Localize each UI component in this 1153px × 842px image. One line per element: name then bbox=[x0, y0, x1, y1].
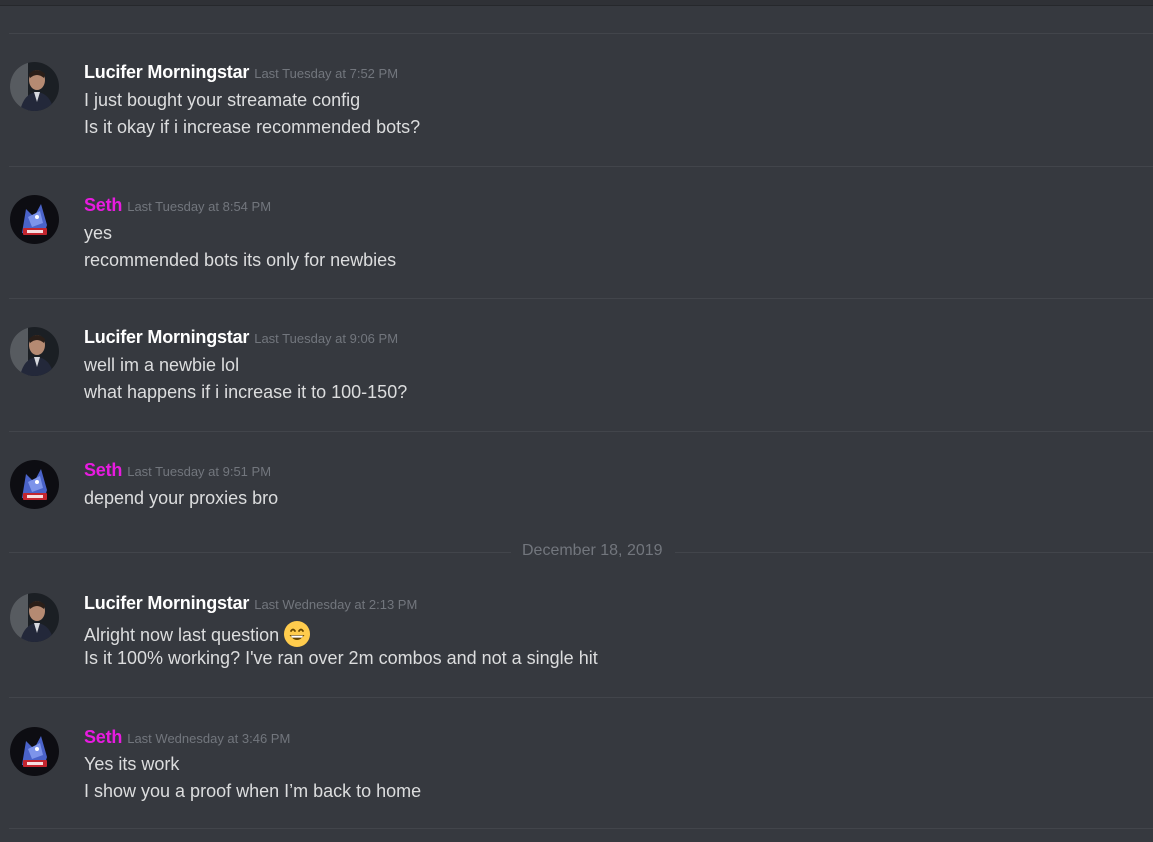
username[interactable]: Seth bbox=[84, 460, 122, 480]
message-line: depend your proxies bro bbox=[84, 488, 279, 508]
avatar-seth[interactable] bbox=[10, 195, 59, 244]
avatar-seth[interactable] bbox=[10, 460, 59, 509]
timestamp: Last Tuesday at 7:52 PM bbox=[254, 66, 399, 81]
date-separator-label: December 18, 2019 bbox=[522, 542, 663, 559]
message-line: recommended bots its only for newbies bbox=[84, 250, 397, 270]
date-separator: December 18, 2019 bbox=[0, 541, 1153, 563]
username[interactable]: Lucifer Morningstar bbox=[84, 593, 249, 613]
message-divider bbox=[9, 298, 1153, 299]
message-line: yes bbox=[84, 223, 113, 243]
username[interactable]: Lucifer Morningstar bbox=[84, 62, 249, 82]
avatar-seth[interactable] bbox=[10, 727, 59, 776]
timestamp: Last Tuesday at 8:54 PM bbox=[127, 199, 272, 214]
timestamp: Last Wednesday at 3:46 PM bbox=[127, 731, 291, 746]
message-line: Yes its work bbox=[84, 754, 180, 774]
message-line: Is it okay if i increase recommended bot… bbox=[84, 117, 421, 137]
username[interactable]: Seth bbox=[84, 727, 122, 747]
date-separator-rule bbox=[675, 552, 1153, 553]
message-line: what happens if i increase it to 100-150… bbox=[84, 382, 408, 402]
timestamp: Last Wednesday at 2:13 PM bbox=[254, 597, 418, 612]
message-line: well im a newbie lol bbox=[84, 355, 240, 375]
avatar-lucifer[interactable] bbox=[10, 593, 59, 642]
message-line: I just bought your streamate config bbox=[84, 90, 361, 110]
message-divider bbox=[9, 166, 1153, 167]
timestamp: Last Tuesday at 9:51 PM bbox=[127, 464, 272, 479]
message-divider bbox=[9, 828, 1153, 829]
grinning-face-emoji-icon[interactable] bbox=[283, 620, 311, 648]
avatar-lucifer[interactable] bbox=[10, 62, 59, 111]
username[interactable]: Seth bbox=[84, 195, 122, 215]
username[interactable]: Lucifer Morningstar bbox=[84, 327, 249, 347]
date-separator-rule bbox=[9, 552, 511, 553]
chat-window: Lucifer Morningstar Last Tuesday at 7:52 … bbox=[0, 0, 1153, 842]
message-divider bbox=[9, 697, 1153, 698]
timestamp: Last Tuesday at 9:06 PM bbox=[254, 331, 399, 346]
message-divider bbox=[9, 431, 1153, 432]
message-text: Alright now last question bbox=[84, 625, 280, 645]
message-line: Alright now last question bbox=[84, 620, 311, 648]
message-line: Is it 100% working? I've ran over 2m com… bbox=[84, 648, 598, 668]
avatar-lucifer[interactable] bbox=[10, 327, 59, 376]
message-line: I show you a proof when I’m back to home bbox=[84, 781, 422, 801]
message-divider bbox=[9, 33, 1153, 34]
top-edge-bar bbox=[0, 0, 1153, 6]
